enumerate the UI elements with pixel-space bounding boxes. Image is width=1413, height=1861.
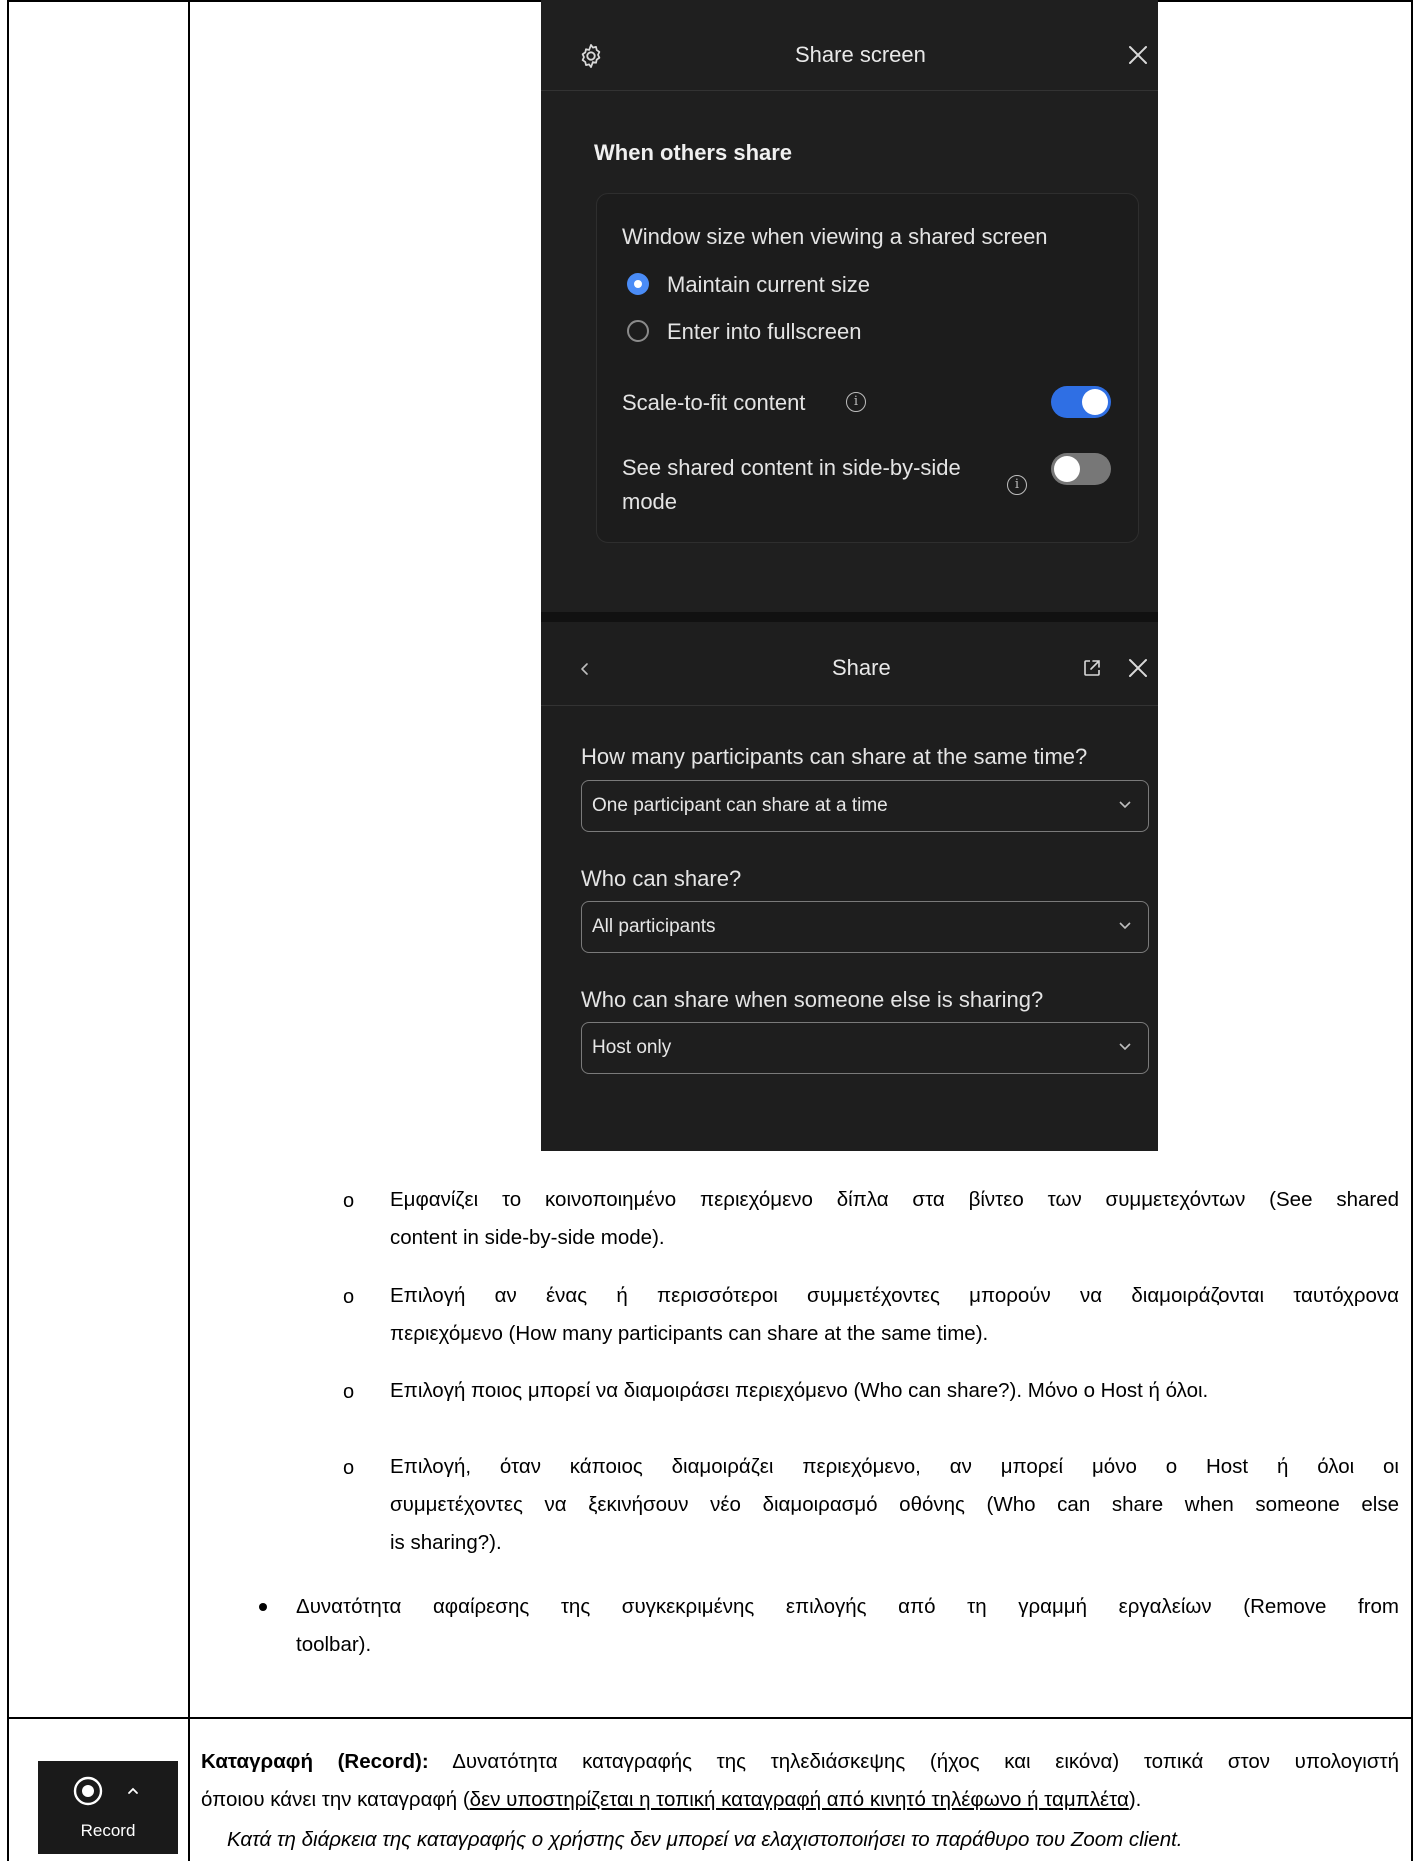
side-by-side-toggle[interactable] [1051, 453, 1111, 485]
q2-label: Who can share? [581, 866, 742, 891]
sub-bullet-1-line2: content in side-by-side mode). [390, 1226, 665, 1249]
table-column-divider [188, 0, 190, 1861]
sub-bullet-1-line1: Εμφανίζει το κοινοποιημένο περιεχόμενο δ… [390, 1188, 1399, 1211]
table-row-divider [7, 1717, 1413, 1719]
side-by-side-label-line2: mode [622, 489, 678, 514]
section-title: When others share [594, 140, 793, 165]
window-size-label: Window size when viewing a shared screen [622, 224, 1048, 249]
record-text-pre: όποιου κάνει την καταγραφή ( [201, 1788, 470, 1811]
q3-dropdown[interactable]: Host only [581, 1022, 1149, 1074]
popout-icon[interactable] [1081, 657, 1103, 679]
back-chevron-icon[interactable] [577, 661, 593, 677]
sub-bullet-4-line1: Επιλογή, όταν κάποιος διαμοιράζει περιεχ… [390, 1455, 1399, 1478]
header-divider [541, 90, 1158, 91]
chevron-down-icon [1119, 922, 1131, 930]
record-note-underlined: δεν υποστηρίζεται η τοπική καταγραφή από… [469, 1788, 1129, 1811]
q2-value: All participants [592, 916, 716, 937]
record-heading: Καταγραφή (Record): [201, 1750, 429, 1773]
sub-bullet-3-line1: Επιλογή ποιος μπορεί να διαμοιράσει περι… [390, 1379, 1209, 1402]
sub-bullet-2-line2: περιεχόμενο (How many participants can s… [390, 1322, 989, 1345]
record-description-line2: όποιου κάνει την καταγραφή (δεν υποστηρί… [201, 1781, 1141, 1819]
bullet-marker [259, 1603, 267, 1611]
q1-dropdown[interactable]: One participant can share at a time [581, 780, 1149, 832]
sub-bullet-marker: o [343, 1286, 355, 1308]
sub-bullet-marker: o [343, 1190, 355, 1212]
record-italic-note: Κατά τη διάρκεια της καταγραφής ο χρήστη… [227, 1828, 1183, 1851]
record-icon [73, 1776, 103, 1806]
radio-maintain-size[interactable] [627, 273, 649, 295]
chevron-down-icon [1119, 801, 1131, 809]
info-icon[interactable]: i [1007, 475, 1027, 495]
side-by-side-label-line1: See shared content in side-by-side [622, 455, 961, 480]
q1-label: How many participants can share at the s… [581, 744, 1088, 769]
close-icon[interactable] [1127, 657, 1149, 679]
record-text: Δυνατότητα καταγραφής της τηλεδιάσκεψης … [428, 1750, 1400, 1773]
share-title: Share [832, 655, 891, 680]
record-label: Record [80, 1821, 136, 1840]
sub-bullet-marker: o [343, 1457, 355, 1479]
q2-dropdown[interactable]: All participants [581, 901, 1149, 953]
radio-fullscreen-label[interactable]: Enter into fullscreen [667, 319, 861, 345]
q3-value: Host only [592, 1037, 672, 1058]
info-icon[interactable]: i [846, 392, 866, 412]
radio-fullscreen[interactable] [627, 320, 649, 342]
table-left-border [7, 0, 9, 1861]
scale-to-fit-toggle[interactable] [1051, 386, 1111, 418]
close-icon[interactable] [1127, 44, 1149, 66]
scale-to-fit-label: Scale-to-fit content [622, 390, 806, 415]
record-button[interactable]: Record [38, 1761, 178, 1854]
sub-bullet-4-line3: is sharing?). [390, 1531, 502, 1554]
record-text-post: ). [1128, 1788, 1142, 1811]
sub-bullet-marker: o [343, 1381, 355, 1403]
sub-bullet-2-line1: Επιλογή αν ένας ή περισσότεροι συμμετέχο… [390, 1284, 1399, 1307]
radio-maintain-label[interactable]: Maintain current size [667, 272, 870, 298]
share-screen-title: Share screen [795, 42, 926, 67]
bullet-line2: toolbar). [296, 1633, 372, 1656]
header-divider [541, 705, 1158, 706]
record-description-line1: Καταγραφή (Record): Δυνατότητα καταγραφή… [201, 1743, 1399, 1781]
q3-label: Who can share when someone else is shari… [581, 987, 1044, 1012]
bullet-line1: Δυνατότητα αφαίρεσης της συγκεκριμένης ε… [296, 1595, 1399, 1618]
q1-value: One participant can share at a time [592, 795, 888, 816]
sub-bullet-4-line2: συμμετέχοντες να ξεκινήσουν νέο διαμοιρα… [390, 1493, 1399, 1516]
chevron-down-icon [1119, 1043, 1131, 1051]
gear-icon[interactable] [577, 42, 605, 70]
caret-up-icon[interactable] [126, 1785, 140, 1797]
